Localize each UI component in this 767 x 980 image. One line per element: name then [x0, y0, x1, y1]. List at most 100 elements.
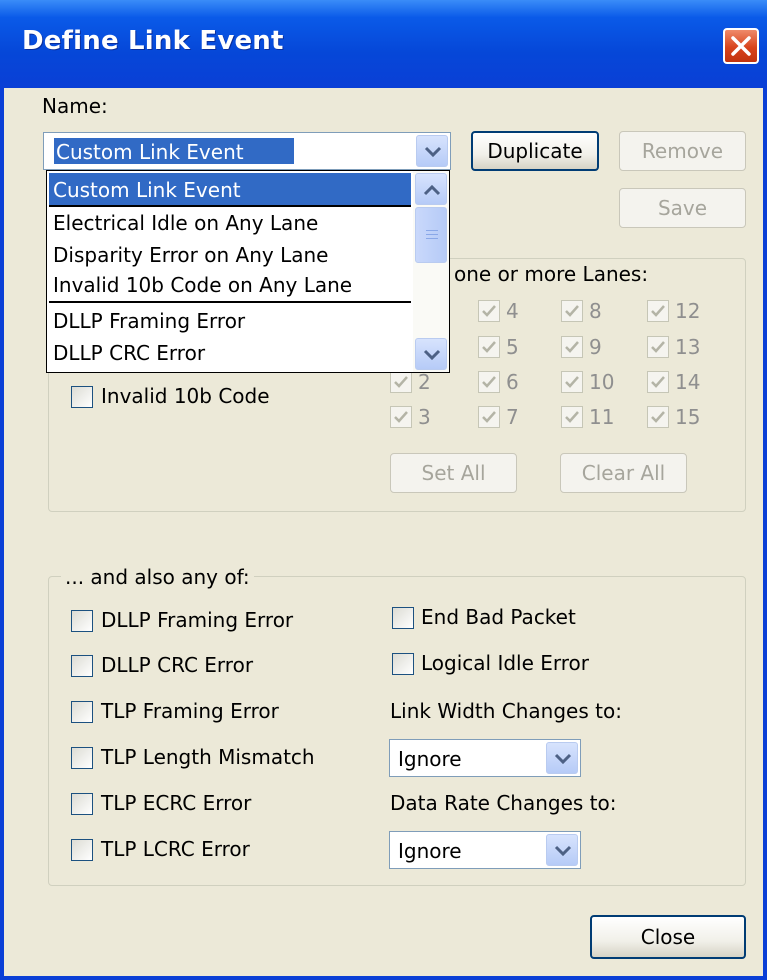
- lane-5-checkbox[interactable]: [478, 336, 500, 358]
- lane-6-label: 6: [506, 370, 519, 394]
- tlp-lcrc-error-label: TLP LCRC Error: [101, 837, 250, 861]
- checkmark-icon: [565, 341, 579, 353]
- checkmark-icon: [651, 376, 665, 388]
- end-bad-packet-checkbox[interactable]: [392, 607, 414, 629]
- scroll-up-button[interactable]: [415, 173, 447, 205]
- lane-7-checkbox[interactable]: [478, 406, 500, 428]
- list-item[interactable]: DLLP Framing Error: [49, 304, 411, 336]
- lane-10-label: 10: [589, 370, 615, 394]
- name-label: Name:: [42, 94, 108, 118]
- list-item[interactable]: DLLP CRC Error: [49, 336, 411, 368]
- title-bar[interactable]: Define Link Event: [0, 0, 767, 88]
- list-scrollbar[interactable]: [413, 171, 449, 372]
- checkmark-icon: [482, 376, 496, 388]
- lane-6-checkbox[interactable]: [478, 371, 500, 393]
- chevron-down-icon: [424, 146, 442, 158]
- chevron-down-icon: [423, 349, 441, 361]
- data-rate-value: Ignore: [398, 839, 462, 863]
- lane-7-label: 7: [506, 405, 519, 429]
- name-combobox-value: Custom Link Event: [56, 140, 244, 164]
- checkmark-icon: [565, 376, 579, 388]
- logical-idle-error-checkbox[interactable]: [392, 653, 414, 675]
- checkmark-icon: [651, 341, 665, 353]
- lane-3-label: 3: [418, 405, 431, 429]
- close-icon: [731, 36, 751, 56]
- close-window-button[interactable]: [723, 28, 759, 64]
- chevron-up-icon: [423, 184, 441, 196]
- checkmark-icon: [482, 341, 496, 353]
- lane-9-label: 9: [589, 335, 602, 359]
- lane-2-checkbox[interactable]: [390, 371, 412, 393]
- lane-14-checkbox[interactable]: [647, 371, 669, 393]
- lane-4-checkbox[interactable]: [478, 300, 500, 322]
- chevron-down-icon: [554, 753, 572, 765]
- checkmark-icon: [651, 411, 665, 423]
- checkmark-icon: [651, 305, 665, 317]
- tlp-ecrc-error-checkbox[interactable]: [71, 793, 93, 815]
- list-separator: [49, 301, 411, 303]
- lane-15-label: 15: [675, 405, 701, 429]
- checkmark-icon: [482, 305, 496, 317]
- link-width-label: Link Width Changes to:: [390, 699, 622, 723]
- clear-all-button[interactable]: Clear All: [560, 453, 687, 493]
- scroll-thumb[interactable]: [415, 207, 447, 263]
- name-combobox[interactable]: Custom Link Event: [43, 132, 451, 170]
- end-bad-packet-label: End Bad Packet: [421, 605, 576, 629]
- link-width-select[interactable]: Ignore: [389, 739, 581, 777]
- dllp-crc-error-label: DLLP CRC Error: [101, 653, 254, 677]
- data-rate-label: Data Rate Changes to:: [390, 791, 617, 815]
- checkmark-icon: [565, 411, 579, 423]
- list-item[interactable]: Disparity Error on Any Lane: [49, 238, 411, 270]
- dllp-framing-error-label: DLLP Framing Error: [101, 608, 294, 632]
- lane-11-checkbox[interactable]: [561, 406, 583, 428]
- list-item[interactable]: Invalid 10b Code on Any Lane: [49, 268, 411, 300]
- save-button[interactable]: Save: [619, 188, 746, 228]
- lane-15-checkbox[interactable]: [647, 406, 669, 428]
- tlp-framing-error-checkbox[interactable]: [71, 701, 93, 723]
- lane-9-checkbox[interactable]: [561, 336, 583, 358]
- lane-12-label: 12: [675, 299, 701, 323]
- lane-3-checkbox[interactable]: [390, 406, 412, 428]
- lane-2-label: 2: [418, 370, 431, 394]
- chevron-down-icon: [554, 845, 572, 857]
- dllp-framing-error-checkbox[interactable]: [71, 610, 93, 632]
- lane-12-checkbox[interactable]: [647, 300, 669, 322]
- checkmark-icon: [565, 305, 579, 317]
- tlp-length-mismatch-checkbox[interactable]: [71, 747, 93, 769]
- lane-11-label: 11: [589, 405, 615, 429]
- invalid-10b-code-checkbox[interactable]: [71, 386, 93, 408]
- name-dropdown-list[interactable]: Custom Link Event Electrical Idle on Any…: [46, 170, 450, 373]
- window-title: Define Link Event: [22, 26, 284, 56]
- lane-13-label: 13: [675, 335, 701, 359]
- link-width-value: Ignore: [398, 747, 462, 771]
- lane-5-label: 5: [506, 335, 519, 359]
- data-rate-select[interactable]: Ignore: [389, 831, 581, 869]
- tlp-ecrc-error-label: TLP ECRC Error: [101, 791, 252, 815]
- lane-4-label: 4: [506, 299, 519, 323]
- checkmark-icon: [482, 411, 496, 423]
- tlp-length-mismatch-label: TLP Length Mismatch: [101, 745, 315, 769]
- dllp-crc-error-checkbox[interactable]: [71, 655, 93, 677]
- list-item[interactable]: Electrical Idle on Any Lane: [49, 206, 411, 238]
- scroll-down-button[interactable]: [415, 338, 447, 370]
- set-all-button[interactable]: Set All: [390, 453, 517, 493]
- tlp-framing-error-label: TLP Framing Error: [101, 699, 279, 723]
- lane-14-label: 14: [675, 370, 701, 394]
- lane-group-legend: one or more Lanes:: [450, 262, 653, 286]
- define-link-event-dialog: Define Link Event Name: Custom Link Even…: [0, 0, 767, 980]
- lane-10-checkbox[interactable]: [561, 371, 583, 393]
- tlp-lcrc-error-checkbox[interactable]: [71, 839, 93, 861]
- checkmark-icon: [394, 376, 408, 388]
- invalid-10b-code-label: Invalid 10b Code: [101, 384, 270, 408]
- list-item[interactable]: Custom Link Event: [49, 173, 411, 205]
- name-dropdown-button[interactable]: [416, 135, 448, 167]
- remove-button[interactable]: Remove: [619, 131, 746, 171]
- link-width-dropdown-button[interactable]: [546, 742, 578, 774]
- checkmark-icon: [394, 411, 408, 423]
- logical-idle-error-label: Logical Idle Error: [421, 651, 590, 675]
- close-button[interactable]: Close: [590, 915, 746, 959]
- lane-13-checkbox[interactable]: [647, 336, 669, 358]
- duplicate-button[interactable]: Duplicate: [471, 131, 599, 171]
- data-rate-dropdown-button[interactable]: [546, 834, 578, 866]
- lane-8-checkbox[interactable]: [561, 300, 583, 322]
